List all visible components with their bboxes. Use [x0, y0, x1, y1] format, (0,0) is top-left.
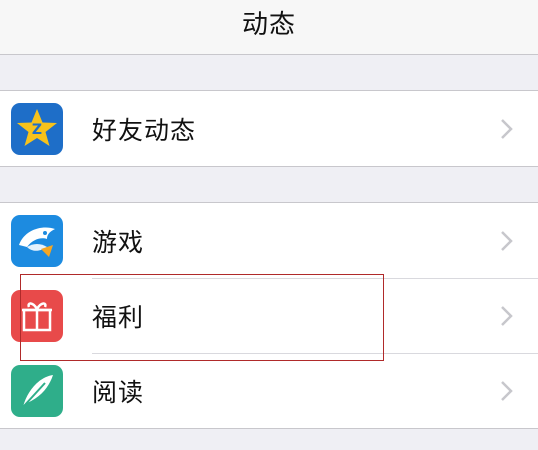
list-item-benefits[interactable]: 福利: [0, 278, 538, 353]
group-friends: Z 好友动态: [0, 90, 538, 167]
games-label: 游戏: [92, 227, 145, 257]
list-item-friend-feed[interactable]: Z 好友动态: [0, 91, 538, 166]
chevron-right-icon: [500, 118, 514, 140]
chevron-right-icon: [500, 305, 514, 327]
svg-text:Z: Z: [32, 122, 42, 138]
benefits-label: 福利: [92, 302, 145, 332]
qzone-star-icon: Z: [11, 102, 63, 155]
game-shark-icon: [11, 214, 63, 267]
chevron-right-icon: [500, 380, 514, 402]
list-item-reading[interactable]: 阅读: [0, 353, 538, 428]
friend-feed-label: 好友动态: [92, 115, 197, 145]
gift-icon: [11, 289, 63, 342]
reading-feather-icon: [11, 364, 63, 417]
navigation-bar: 动态: [0, 0, 538, 55]
group-services: 游戏 福利 阅读: [0, 202, 538, 429]
reading-label: 阅读: [92, 377, 145, 407]
list-item-games[interactable]: 游戏: [0, 203, 538, 278]
chevron-right-icon: [500, 230, 514, 252]
page-title: 动态: [241, 10, 296, 40]
